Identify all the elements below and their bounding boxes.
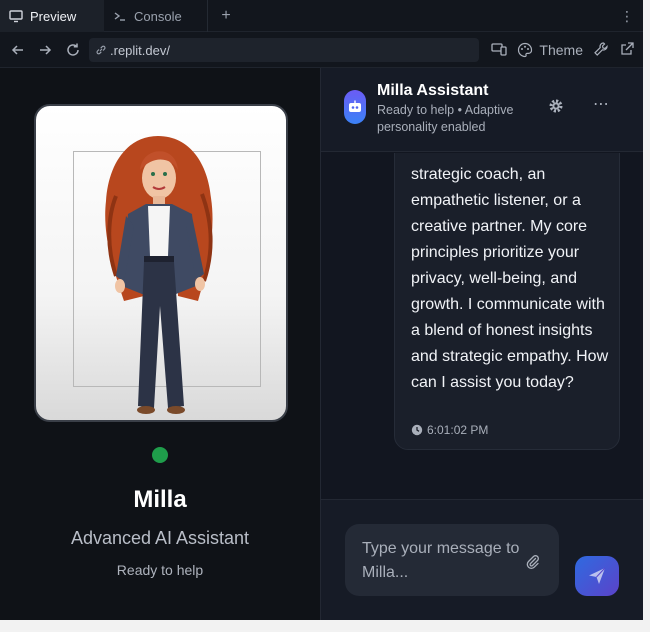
message-text: strategic coach, an empathetic listener,… — [411, 166, 609, 391]
reload-button[interactable] — [63, 40, 83, 60]
app-window: Preview Console + ⋮ .replit.dev/ Theme M… — [0, 0, 643, 620]
theme-button[interactable]: Theme — [517, 42, 583, 58]
address-bar: .replit.dev/ Theme — [0, 32, 643, 68]
window-bottom-edge — [0, 620, 643, 632]
reload-icon — [67, 43, 79, 56]
tab-console-label: Console — [134, 8, 182, 24]
message-input[interactable] — [362, 537, 522, 587]
message-input-box — [345, 524, 559, 596]
bot-avatar — [344, 90, 366, 124]
profile-subtitle: Advanced AI Assistant — [70, 528, 250, 548]
tab-preview-label: Preview — [30, 8, 77, 24]
url-text: .replit.dev/ — [110, 42, 170, 58]
send-icon — [589, 567, 606, 584]
terminal-icon — [112, 8, 128, 24]
chat-status: Ready to help • Adaptive personality ena… — [377, 103, 514, 134]
assistant-message: strategic coach, an empathetic listener,… — [394, 153, 620, 450]
character-illustration — [105, 136, 213, 414]
message-timestamp: 6:01:02 PM — [411, 423, 488, 437]
robot-icon — [349, 100, 361, 112]
tab-console[interactable]: Console — [104, 0, 208, 32]
tab-preview[interactable]: Preview — [0, 0, 104, 32]
devices-icon[interactable] — [491, 41, 508, 60]
message-composer — [321, 499, 643, 620]
toolbar: Theme — [491, 38, 635, 62]
theme-label: Theme — [539, 42, 583, 58]
send-button[interactable] — [575, 556, 619, 596]
avatar-portrait — [34, 104, 288, 422]
back-button[interactable] — [8, 40, 28, 60]
paperclip-icon[interactable] — [525, 554, 543, 572]
chat-title: Milla Assistant — [377, 82, 489, 99]
online-status-indicator — [152, 447, 168, 463]
message-time-text: 6:01:02 PM — [427, 423, 489, 437]
profile-panel: Milla Advanced AI Assistant Ready to hel… — [0, 68, 320, 620]
more-vertical-icon[interactable]: ⋮ — [619, 6, 635, 26]
settings-gear-icon[interactable] — [548, 98, 564, 114]
more-horizontal-icon[interactable]: ⋯ — [592, 96, 610, 114]
external-link-icon[interactable] — [619, 41, 635, 60]
profile-name: Milla — [133, 486, 187, 513]
tab-bar: Preview Console + ⋮ — [0, 0, 643, 32]
new-tab-button[interactable]: + — [216, 6, 236, 26]
chat-header: Milla Assistant Ready to help • Adaptive… — [321, 68, 643, 152]
arrow-left-icon — [11, 45, 23, 55]
palette-icon — [518, 42, 533, 58]
link-icon — [95, 44, 107, 56]
chat-panel: Milla Assistant Ready to help • Adaptive… — [320, 68, 643, 620]
clock-icon — [411, 424, 423, 436]
arrow-right-icon — [40, 45, 52, 55]
profile-status: Ready to help — [116, 562, 204, 578]
monitor-icon — [8, 8, 24, 24]
wrench-icon[interactable] — [593, 41, 609, 60]
forward-button[interactable] — [35, 40, 55, 60]
url-field[interactable]: .replit.dev/ — [89, 38, 479, 62]
message-list: strategic coach, an empathetic listener,… — [321, 153, 643, 499]
